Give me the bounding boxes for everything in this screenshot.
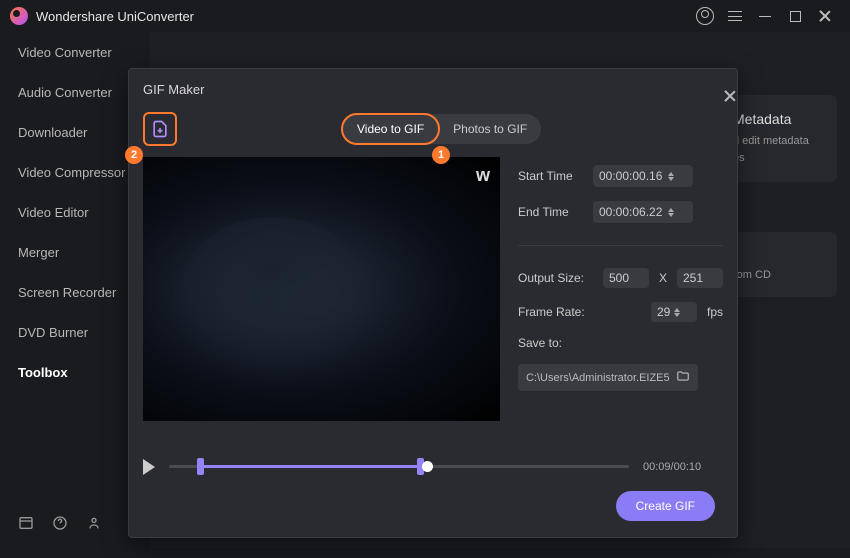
height-input[interactable]: 251 bbox=[677, 268, 723, 288]
play-button[interactable] bbox=[143, 459, 155, 475]
maximize-button[interactable] bbox=[780, 1, 810, 31]
step-badge-1: 1 bbox=[432, 146, 450, 164]
dimension-x: X bbox=[659, 271, 667, 285]
seek-track[interactable] bbox=[169, 455, 629, 479]
tutorial-icon[interactable] bbox=[18, 515, 34, 534]
minimize-icon bbox=[759, 16, 771, 17]
user-icon bbox=[696, 7, 714, 25]
bg-card-sub: rom CD bbox=[733, 269, 821, 281]
end-time-input[interactable]: 00:00:06.22 bbox=[593, 201, 693, 223]
modal-title: GIF Maker bbox=[143, 82, 204, 97]
trim-handle-start[interactable] bbox=[197, 458, 204, 475]
close-icon bbox=[818, 9, 832, 23]
titlebar: Wondershare UniConverter bbox=[0, 0, 850, 32]
menu-button[interactable] bbox=[720, 1, 750, 31]
maximize-icon bbox=[790, 11, 801, 22]
output-size-label: Output Size: bbox=[518, 271, 593, 285]
width-input[interactable]: 500 bbox=[603, 268, 649, 288]
end-time-label: End Time bbox=[518, 205, 583, 219]
video-preview: w bbox=[143, 157, 500, 421]
minimize-button[interactable] bbox=[750, 1, 780, 31]
account-button[interactable] bbox=[690, 1, 720, 31]
app-logo-icon bbox=[10, 7, 28, 25]
add-file-button[interactable] bbox=[143, 112, 177, 146]
bg-card-title: Metadata bbox=[733, 111, 821, 127]
modal-toolbar: Video to GIF Photos to GIF bbox=[129, 109, 737, 149]
community-icon[interactable] bbox=[86, 515, 102, 534]
gif-maker-modal: 2 1 GIF Maker Video to GIF Photos to GIF bbox=[128, 68, 738, 538]
end-time-stepper[interactable] bbox=[668, 208, 674, 217]
save-path-input[interactable]: C:\Users\Administrator.EIZE5 bbox=[518, 364, 698, 391]
close-button[interactable] bbox=[810, 1, 840, 31]
save-path-value: C:\Users\Administrator.EIZE5 bbox=[526, 372, 670, 384]
mode-tabs: Video to GIF Photos to GIF bbox=[342, 114, 541, 144]
bg-card-sub: d edit metadataes bbox=[733, 133, 821, 166]
tab-video-to-gif[interactable]: Video to GIF bbox=[341, 113, 440, 145]
time-display: 00:09/00:10 bbox=[643, 461, 723, 473]
content-area: Metadata d edit metadataes r rom CD 2 1 … bbox=[150, 32, 850, 548]
step-badge-2: 2 bbox=[125, 146, 143, 164]
video-frame bbox=[143, 157, 500, 421]
tab-photos-to-gif[interactable]: Photos to GIF bbox=[439, 114, 541, 144]
start-time-stepper[interactable] bbox=[668, 172, 674, 181]
divider bbox=[518, 245, 723, 246]
app-title: Wondershare UniConverter bbox=[36, 9, 194, 24]
watermark-icon: w bbox=[476, 165, 488, 186]
modal-header: GIF Maker bbox=[129, 69, 737, 109]
start-time-input[interactable]: 00:00:00.16 bbox=[593, 165, 693, 187]
create-gif-button[interactable]: Create GIF bbox=[616, 491, 715, 521]
fps-stepper[interactable] bbox=[674, 308, 680, 317]
hamburger-icon bbox=[728, 11, 742, 21]
fps-unit: fps bbox=[707, 305, 723, 319]
add-file-icon bbox=[150, 119, 170, 139]
track-fill bbox=[197, 465, 427, 468]
seek-thumb[interactable] bbox=[422, 461, 433, 472]
properties-panel: Start Time 00:00:00.16 End Time 00:00:06… bbox=[500, 157, 723, 449]
save-to-label: Save to: bbox=[518, 336, 723, 350]
start-time-label: Start Time bbox=[518, 169, 583, 183]
help-icon[interactable] bbox=[52, 515, 68, 534]
sidebar-item-video-converter[interactable]: Video Converter bbox=[0, 32, 150, 72]
frame-rate-label: Frame Rate: bbox=[518, 305, 593, 319]
folder-icon[interactable] bbox=[676, 369, 690, 386]
player-bar: 00:09/00:10 bbox=[129, 449, 737, 479]
fps-input[interactable]: 29 bbox=[651, 302, 697, 322]
bg-card-title: r bbox=[733, 248, 821, 263]
